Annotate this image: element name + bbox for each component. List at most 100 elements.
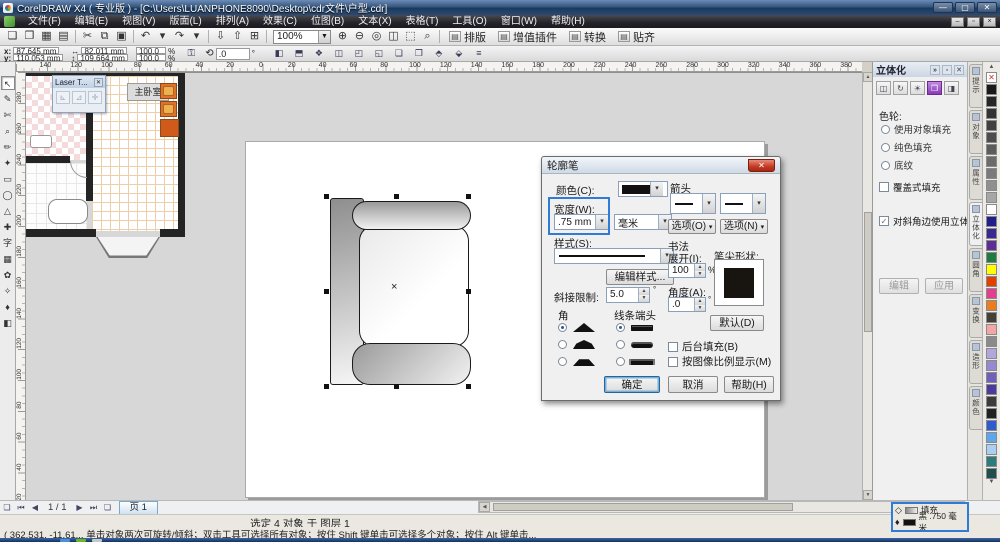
palette-scroll-up-icon[interactable]: ▲ (989, 64, 995, 71)
maximize-button[interactable]: ▢ (955, 2, 975, 13)
docker-edit-button[interactable]: 编辑 (879, 278, 919, 294)
extrude-light-icon[interactable]: ☀ (910, 81, 925, 95)
corner-miter-radio[interactable] (558, 320, 595, 335)
scrollbar-thumb[interactable] (864, 212, 872, 332)
page-tab[interactable]: 页 1 (118, 501, 158, 514)
palette-swatch[interactable] (986, 251, 997, 263)
weld-icon[interactable]: ◫ (331, 47, 347, 60)
nib-shape-preview[interactable] (714, 259, 764, 306)
pick-tool[interactable]: ↖ (0, 76, 15, 90)
palette-swatch[interactable] (986, 455, 997, 467)
corner-bevel-radio[interactable] (558, 354, 595, 369)
print-icon[interactable]: ▤ (55, 29, 72, 44)
minimize-button[interactable]: — (933, 2, 953, 13)
outline-color-combo[interactable]: ▾ (618, 181, 668, 197)
extrude-color-icon[interactable]: ❒ (927, 81, 942, 95)
palette-swatch[interactable] (986, 443, 997, 455)
zoom-out-icon[interactable]: ⊖ (351, 29, 368, 44)
palette-swatch[interactable] (986, 371, 997, 383)
cap-square-radio[interactable] (616, 354, 653, 369)
scale-with-image-checkbox[interactable]: 按图像比例显示(M) (668, 354, 771, 369)
rectangle-tool[interactable]: ▭ (1, 172, 15, 186)
palette-swatch[interactable] (986, 227, 997, 239)
scroll-left-icon[interactable]: ◀ (479, 502, 490, 512)
to-back-icon[interactable]: ⬙ (451, 47, 467, 60)
menu-item[interactable]: 编辑(E) (68, 15, 115, 28)
add-page-icon[interactable]: ❏ (0, 503, 14, 512)
undo-dropdown-icon[interactable]: ▾ (154, 29, 171, 44)
edit-style-button[interactable]: 编辑样式... (606, 269, 674, 285)
dialog-title-bar[interactable]: 轮廓笔 ✕ (542, 157, 780, 174)
behind-fill-checkbox[interactable]: 后台填充(B) (668, 339, 738, 354)
horizontal-scrollbar[interactable]: ◀ ▶ (478, 501, 965, 513)
horizontal-ruler[interactable]: 140 120 100 80 60 40 20 0 20 40 60 80 100 120 140 160 18… (16, 62, 862, 72)
palette-swatch[interactable] (986, 299, 997, 311)
menu-item[interactable]: 帮助(H) (544, 15, 592, 28)
line-style-combo[interactable]: ▾ (554, 248, 674, 264)
scrollbar-thumb[interactable] (493, 503, 793, 511)
floor-plan-drawing[interactable]: 主卧室 (26, 73, 186, 261)
menu-item[interactable]: 效果(C) (256, 15, 304, 28)
outline-width-combo[interactable]: .75 mm ▾ (554, 214, 609, 230)
next-page-icon[interactable]: ▶ (73, 503, 87, 512)
toolbar-text-button[interactable]: ▤ 贴齐 (612, 29, 661, 44)
sofa-armrest-top[interactable] (352, 201, 471, 230)
selection-handle[interactable] (324, 384, 329, 389)
palette-swatch[interactable] (986, 119, 997, 131)
close-button[interactable]: ✕ (977, 2, 997, 13)
docker-checkbox[interactable]: ✓ 对斜角边使用立体填充 (879, 214, 969, 228)
laser-tool-3-icon[interactable]: ✛ (88, 91, 102, 104)
first-page-icon[interactable]: ⏮ (14, 503, 28, 513)
cancel-button[interactable]: 取消 (668, 376, 718, 393)
docker-close-icon[interactable]: ✕ (954, 64, 964, 75)
zoom-all-icon[interactable]: ◫ (385, 29, 402, 44)
selection-handle[interactable] (466, 384, 471, 389)
last-page-icon[interactable]: ⏭ (87, 503, 101, 513)
cap-round-radio[interactable] (616, 337, 653, 352)
laser-floating-toolbar[interactable]: Laser T... ✕ ⊾ ⊿ ✛ (52, 75, 106, 113)
palette-swatch[interactable] (986, 191, 997, 203)
open-icon[interactable]: ❐ (21, 29, 38, 44)
selection-handle[interactable] (466, 194, 471, 199)
docker-tab[interactable]: 对象 (969, 110, 982, 154)
zoom-selected-icon[interactable]: ◎ (368, 29, 385, 44)
basic-shapes-tool[interactable]: ✚ (1, 220, 15, 234)
docker-radio[interactable]: 使用对象填充 (881, 122, 951, 136)
app-launcher-icon[interactable]: ⊞ (246, 29, 263, 44)
object-height-field[interactable]: 109.664 mm (77, 53, 128, 62)
zoom-page-icon[interactable]: ⬚ (402, 29, 419, 44)
selection-handle[interactable] (394, 194, 399, 199)
start-arrow-combo[interactable]: ▾ (670, 193, 716, 214)
stretch-spinner[interactable]: 100 ▲ ▼ (668, 263, 706, 278)
help-button[interactable]: 帮助(H) (724, 376, 774, 393)
docker-expand-icon[interactable]: » (930, 64, 940, 75)
docker-radio[interactable]: 纯色填充 (881, 140, 932, 154)
mdi-restore-button[interactable]: ▫ (967, 16, 980, 27)
extrude-camera-icon[interactable]: ◫ (876, 81, 891, 95)
ellipse-tool[interactable]: ◯ (1, 188, 15, 202)
chevron-down-icon[interactable]: ▾ (752, 194, 765, 213)
import-icon[interactable]: ⇩ (212, 29, 229, 44)
menu-item[interactable]: 视图(V) (115, 15, 162, 28)
palette-swatch[interactable] (986, 359, 997, 371)
docker-tab[interactable]: 变换 (969, 294, 982, 338)
palette-swatch[interactable] (986, 383, 997, 395)
add-page-icon[interactable]: ❏ (101, 503, 115, 512)
close-icon[interactable]: ✕ (94, 77, 103, 87)
rotation-field[interactable]: .0 (215, 47, 250, 60)
menu-item[interactable]: 位图(B) (304, 15, 351, 28)
polygon-tool[interactable]: △ (1, 204, 15, 218)
palette-swatch[interactable] (986, 395, 997, 407)
palette-swatch[interactable] (986, 347, 997, 359)
selection-handle[interactable] (324, 289, 329, 294)
vertical-scrollbar[interactable]: ▲ ▼ (862, 72, 873, 500)
laser-tool-2-icon[interactable]: ⊿ (72, 91, 86, 104)
scale-x-field[interactable]: 100.0 (135, 46, 166, 55)
toolbar-text-button[interactable]: ▤ 增值插件 (492, 29, 563, 44)
menu-item[interactable]: 版面(L) (162, 15, 208, 28)
sofa-seat[interactable] (359, 225, 469, 347)
end-arrow-combo[interactable]: ▾ (720, 193, 766, 214)
arrow-options-right-button[interactable]: 选项(N) ▾ (720, 219, 768, 234)
corner-round-radio[interactable] (558, 337, 595, 352)
mirror-v-icon[interactable]: ⬒ (291, 47, 307, 60)
